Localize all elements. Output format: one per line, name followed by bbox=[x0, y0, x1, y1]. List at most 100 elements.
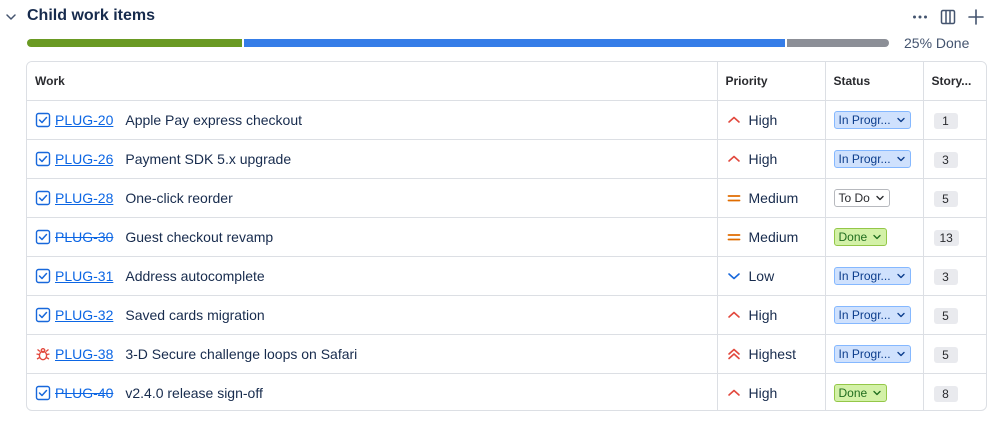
issue-key-link[interactable]: PLUG-26 bbox=[55, 151, 113, 167]
columns-icon[interactable] bbox=[939, 8, 957, 26]
story-points-badge[interactable]: 5 bbox=[933, 190, 958, 207]
issue-key-link[interactable]: PLUG-32 bbox=[55, 307, 113, 323]
task-icon bbox=[35, 229, 51, 245]
status-cell: In Progr... bbox=[825, 334, 924, 374]
table-row[interactable]: PLUG-28 One-click reorder Medium To Do 5 bbox=[27, 178, 986, 218]
story-points-cell: 3 bbox=[923, 139, 986, 179]
work-cell: PLUG-28 One-click reorder bbox=[27, 178, 718, 218]
story-points-badge[interactable]: 1 bbox=[933, 112, 958, 129]
status-label: In Progr... bbox=[838, 113, 891, 127]
priority-label: Highest bbox=[748, 346, 796, 362]
priority-label: Medium bbox=[748, 190, 799, 206]
chevron-down-icon bbox=[872, 388, 882, 398]
work-cell: PLUG-30 Guest checkout revamp bbox=[27, 217, 718, 257]
table-row[interactable]: PLUG-31 Address autocomplete Low In Progr..… bbox=[27, 256, 986, 296]
add-icon[interactable] bbox=[967, 8, 985, 26]
column-header-priority[interactable]: Priority bbox=[717, 62, 826, 101]
issue-summary[interactable]: Saved cards migration bbox=[125, 307, 264, 323]
priority-cell: Medium bbox=[717, 178, 826, 218]
status-dropdown[interactable]: In Progr... bbox=[833, 111, 911, 129]
table-row[interactable]: PLUG-20 Apple Pay express checkout High In … bbox=[27, 100, 986, 140]
story-points-cell: 13 bbox=[923, 217, 986, 257]
story-points-badge[interactable]: 5 bbox=[933, 346, 958, 363]
column-header-status[interactable]: Status bbox=[825, 62, 924, 101]
bug-icon bbox=[35, 346, 51, 362]
issue-key-link[interactable]: PLUG-20 bbox=[55, 112, 113, 128]
status-dropdown[interactable]: In Progr... bbox=[833, 150, 911, 168]
task-icon bbox=[35, 190, 51, 206]
more-actions-icon[interactable] bbox=[911, 8, 929, 26]
progress-bar bbox=[27, 39, 889, 47]
issue-key-link[interactable]: PLUG-38 bbox=[55, 346, 113, 362]
status-cell: In Progr... bbox=[825, 100, 924, 140]
chevron-down-icon bbox=[896, 154, 906, 164]
story-points-badge[interactable]: 5 bbox=[933, 307, 958, 324]
story-points-cell: 5 bbox=[923, 334, 986, 374]
status-cell: Done bbox=[825, 217, 924, 257]
task-icon bbox=[35, 112, 51, 128]
chevron-down-icon bbox=[875, 193, 885, 203]
table-row[interactable]: PLUG-30 Guest checkout revamp Medium Done 13 bbox=[27, 217, 986, 257]
issue-summary[interactable]: 3-D Secure challenge loops on Safari bbox=[125, 346, 357, 362]
chevron-down-icon bbox=[896, 310, 906, 320]
table-row[interactable]: PLUG-26 Payment SDK 5.x upgrade High In Pro… bbox=[27, 139, 986, 179]
issue-key-link[interactable]: PLUG-30 bbox=[55, 229, 113, 245]
issue-summary[interactable]: Guest checkout revamp bbox=[125, 229, 273, 245]
table-row[interactable]: PLUG-38 3-D Secure challenge loops on Saf… bbox=[27, 334, 986, 374]
status-label: To Do bbox=[838, 191, 870, 205]
priority-label: High bbox=[748, 151, 778, 167]
status-cell: To Do bbox=[825, 178, 924, 218]
progress-segment-in-progress bbox=[244, 39, 785, 47]
status-dropdown[interactable]: In Progr... bbox=[833, 306, 911, 324]
section-title: Child work items bbox=[27, 7, 156, 24]
chevron-down-icon[interactable] bbox=[4, 10, 18, 24]
priority-label: Medium bbox=[748, 229, 799, 245]
story-points-cell: 5 bbox=[923, 178, 986, 218]
story-points-cell: 1 bbox=[923, 100, 986, 140]
priority-cell: Low bbox=[717, 256, 826, 296]
chevron-down-icon bbox=[872, 232, 882, 242]
work-cell: PLUG-40 v2.4.0 release sign-off bbox=[27, 373, 718, 410]
status-dropdown[interactable]: Done bbox=[833, 384, 888, 402]
status-dropdown[interactable]: To Do bbox=[833, 189, 890, 207]
issue-key-link[interactable]: PLUG-40 bbox=[55, 385, 113, 401]
issue-summary[interactable]: Address autocomplete bbox=[125, 268, 264, 284]
status-cell: In Progr... bbox=[825, 295, 924, 335]
table-header-row: Work Priority Status Story... bbox=[27, 62, 986, 101]
table-row[interactable]: PLUG-32 Saved cards migration High In Progr… bbox=[27, 295, 986, 335]
progress-segment-done bbox=[27, 39, 242, 47]
status-dropdown[interactable]: In Progr... bbox=[833, 267, 911, 285]
status-cell: In Progr... bbox=[825, 139, 924, 179]
issue-summary[interactable]: Apple Pay express checkout bbox=[125, 112, 302, 128]
column-header-story-points[interactable]: Story... bbox=[923, 62, 986, 101]
priority-cell: Medium bbox=[717, 217, 826, 257]
issue-summary[interactable]: Payment SDK 5.x upgrade bbox=[125, 151, 291, 167]
priority-label: High bbox=[748, 112, 778, 128]
chevron-down-icon bbox=[896, 349, 906, 359]
status-label: Done bbox=[838, 386, 868, 400]
status-dropdown[interactable]: Done bbox=[833, 228, 888, 246]
issue-key-link[interactable]: PLUG-31 bbox=[55, 268, 113, 284]
child-items-table: Work Priority Status Story... PLUG-20 App… bbox=[26, 61, 987, 411]
story-points-cell: 3 bbox=[923, 256, 986, 296]
task-icon bbox=[35, 151, 51, 167]
story-points-badge[interactable]: 8 bbox=[933, 385, 958, 402]
chevron-down-icon bbox=[896, 115, 906, 125]
status-label: Done bbox=[838, 230, 868, 244]
task-icon bbox=[35, 268, 51, 284]
issue-key-link[interactable]: PLUG-28 bbox=[55, 190, 113, 206]
status-label: In Progr... bbox=[838, 308, 891, 322]
story-points-badge[interactable]: 3 bbox=[933, 268, 958, 285]
priority-cell: Highest bbox=[717, 334, 826, 374]
table-row[interactable]: PLUG-40 v2.4.0 release sign-off High Done 8 bbox=[27, 373, 986, 410]
status-dropdown[interactable]: In Progr... bbox=[833, 345, 911, 363]
issue-summary[interactable]: One-click reorder bbox=[125, 190, 232, 206]
priority-highest-icon bbox=[726, 346, 742, 362]
issue-summary[interactable]: v2.4.0 release sign-off bbox=[125, 385, 263, 401]
story-points-badge[interactable]: 13 bbox=[933, 229, 959, 246]
progress-segment-todo bbox=[787, 39, 889, 47]
status-cell: In Progr... bbox=[825, 256, 924, 296]
column-header-work[interactable]: Work bbox=[27, 62, 718, 101]
story-points-badge[interactable]: 3 bbox=[933, 151, 958, 168]
status-cell: Done bbox=[825, 373, 924, 410]
